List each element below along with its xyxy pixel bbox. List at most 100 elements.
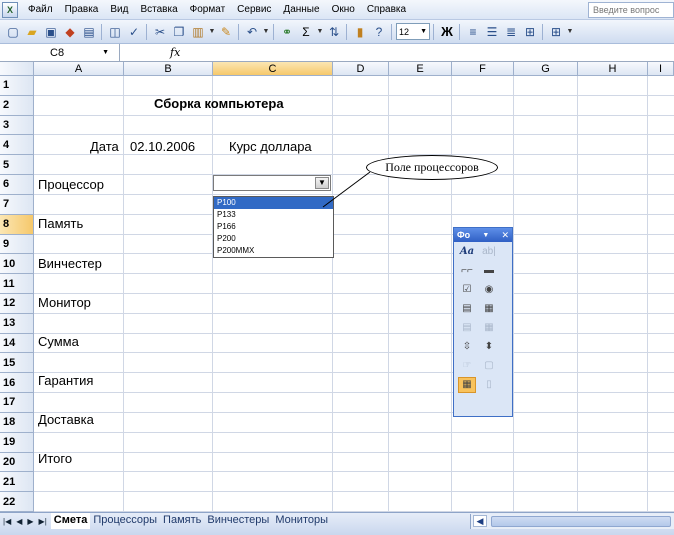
spelling-icon[interactable]: ✓ [125, 23, 143, 41]
open-folder-icon[interactable]: ▰ [23, 23, 41, 41]
row-header-5[interactable]: 5 [0, 155, 34, 176]
row-header-3[interactable]: 3 [0, 115, 34, 136]
borders-dropdown-icon[interactable]: ▼ [566, 23, 574, 41]
menu-format[interactable]: Формат [184, 0, 232, 20]
row-header-17[interactable]: 17 [0, 393, 34, 413]
ask-question-input[interactable]: Введите вопрос [588, 2, 674, 18]
group-box-icon[interactable]: ⌐⌐ [458, 263, 476, 279]
dropdown-option[interactable]: P166 [214, 221, 333, 233]
scrollbar-thumb[interactable] [491, 516, 671, 527]
button-control-icon[interactable]: ▬ [480, 263, 498, 279]
align-right-icon[interactable]: ≣ [502, 23, 520, 41]
permission-icon[interactable]: ◆ [61, 23, 79, 41]
row-header-8[interactable]: 8 [0, 214, 34, 235]
column-header-f[interactable]: F [452, 62, 514, 76]
format-painter-icon[interactable]: ✎ [217, 23, 235, 41]
row-header-14[interactable]: 14 [0, 333, 34, 354]
chevron-down-icon[interactable]: ▼ [102, 49, 109, 56]
print-icon[interactable]: ▤ [80, 23, 98, 41]
row-header-6[interactable]: 6 [0, 175, 34, 195]
cell-b1-title[interactable]: Сборка компьютера [154, 97, 284, 110]
column-header-d[interactable]: D [333, 62, 389, 76]
font-size-select[interactable]: 12 ▼ [396, 23, 430, 40]
label-control-icon[interactable]: Aa [458, 244, 476, 260]
row-header-20[interactable]: 20 [0, 452, 34, 473]
column-header-i[interactable]: I [648, 62, 674, 76]
combo-box-control-icon[interactable]: ▦ [480, 301, 498, 317]
spinner-icon[interactable]: ⬍ [480, 339, 498, 355]
checkbox-control-icon[interactable]: ☑ [458, 282, 476, 298]
toggle-grid-icon[interactable]: ▦ [458, 376, 476, 393]
cell-a3-date-label[interactable]: Дата [90, 140, 119, 153]
cell-a17-delivery[interactable]: Доставка [38, 413, 94, 426]
row-header-10[interactable]: 10 [0, 254, 34, 275]
column-header-g[interactable]: G [514, 62, 578, 76]
merge-center-icon[interactable]: ⊞ [521, 23, 539, 41]
row-header-18[interactable]: 18 [0, 412, 34, 433]
tab-monitors[interactable]: Мониторы [272, 513, 331, 529]
select-all-corner[interactable] [0, 62, 34, 76]
first-sheet-icon[interactable]: |◀ [3, 517, 11, 526]
new-document-icon[interactable]: ▢ [4, 23, 22, 41]
cut-icon[interactable]: ✂ [151, 23, 169, 41]
help-icon[interactable]: ? [370, 23, 388, 41]
menu-tools[interactable]: Сервис [231, 0, 277, 20]
autosum-dropdown-icon[interactable]: ▼ [316, 23, 324, 41]
copy-icon[interactable]: ❐ [170, 23, 188, 41]
bold-button[interactable]: Ж [438, 23, 456, 41]
row-header-1[interactable]: 1 [0, 76, 34, 96]
last-sheet-icon[interactable]: ▶| [39, 517, 47, 526]
menu-file[interactable]: Файл [22, 0, 59, 20]
cell-a13-sum[interactable]: Сумма [38, 335, 79, 348]
menu-edit[interactable]: Правка [59, 0, 105, 20]
sort-ascending-icon[interactable]: ⇅ [325, 23, 343, 41]
prev-sheet-icon[interactable]: ◀ [16, 517, 22, 526]
cell-a9-hdd[interactable]: Винчестер [38, 257, 102, 270]
edit-code-icon[interactable]: ▢ [480, 358, 498, 374]
print-preview-icon[interactable]: ◫ [106, 23, 124, 41]
tab-hdd[interactable]: Винчестеры [204, 513, 272, 529]
menu-insert[interactable]: Вставка [134, 0, 183, 20]
control-properties-icon[interactable]: ☞ [458, 358, 476, 374]
row-header-13[interactable]: 13 [0, 313, 34, 334]
combo-list-edit-icon[interactable]: ▤ [458, 320, 476, 336]
row-header-22[interactable]: 22 [0, 492, 34, 512]
menu-data[interactable]: Данные [277, 0, 325, 20]
excel-app-icon[interactable]: X [2, 1, 18, 18]
text-box-control-icon[interactable]: ab| [480, 244, 498, 260]
column-header-h[interactable]: H [578, 62, 648, 76]
close-icon[interactable]: ✕ [501, 230, 509, 241]
row-header-11[interactable]: 11 [0, 274, 34, 294]
undo-dropdown-icon[interactable]: ▼ [262, 23, 270, 41]
menu-window[interactable]: Окно [326, 0, 361, 20]
combo-dropdown-edit-icon[interactable]: ▦ [480, 320, 498, 336]
dropdown-option[interactable]: P133 [214, 209, 333, 221]
row-header-7[interactable]: 7 [0, 194, 34, 215]
forms-toolbar-header[interactable]: Фо ▼ ✕ [454, 228, 512, 242]
tab-processors[interactable]: Процессоры [90, 513, 160, 529]
row-header-16[interactable]: 16 [0, 373, 34, 394]
tab-smeta[interactable]: Смета [50, 513, 91, 529]
column-header-e[interactable]: E [389, 62, 452, 76]
horizontal-scrollbar[interactable]: ◀ [470, 514, 674, 529]
cell-a15-warranty[interactable]: Гарантия [38, 374, 93, 387]
function-icon[interactable]: fx [170, 46, 180, 59]
autosum-icon[interactable]: Σ [297, 23, 315, 41]
cell-c3-rate-label[interactable]: Курс доллара [229, 140, 312, 153]
scroll-left-icon[interactable]: ◀ [473, 515, 487, 527]
cell-a7-memory[interactable]: Память [38, 217, 83, 230]
dropdown-option[interactable]: P200 [214, 233, 333, 245]
tab-memory[interactable]: Память [160, 513, 204, 529]
chart-wizard-icon[interactable]: ▮ [351, 23, 369, 41]
undo-icon[interactable]: ↶ [243, 23, 261, 41]
column-header-b[interactable]: B [124, 62, 213, 76]
scroll-bar-icon[interactable]: ⇳ [458, 339, 476, 355]
processor-combo-box[interactable]: ▼ [213, 175, 331, 191]
dropdown-option[interactable]: P100 [214, 197, 333, 209]
row-header-9[interactable]: 9 [0, 234, 34, 255]
row-header-15[interactable]: 15 [0, 353, 34, 374]
cell-a5-processor[interactable]: Процессор [38, 178, 104, 191]
menu-view[interactable]: Вид [104, 0, 134, 20]
option-button-icon[interactable]: ◉ [480, 282, 498, 298]
column-header-c[interactable]: C [213, 62, 333, 76]
